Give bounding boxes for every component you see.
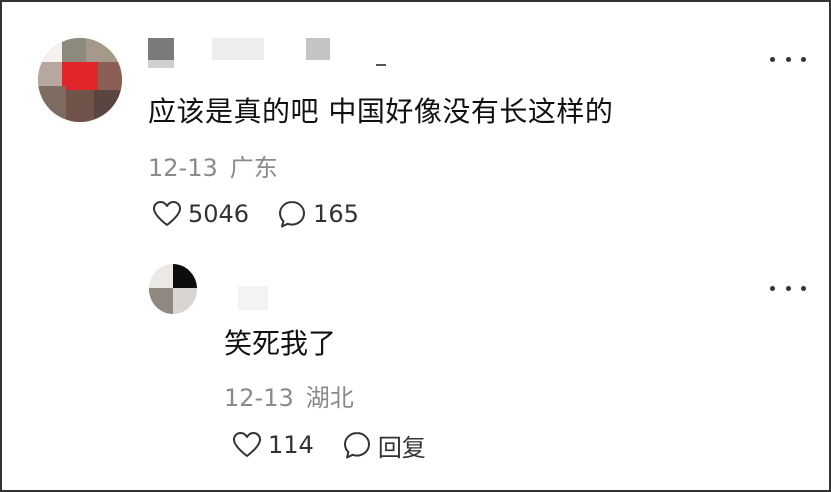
reply-button-label: 回复 — [377, 433, 426, 462]
reply-actions: 114 回复 — [232, 428, 426, 462]
like-button[interactable]: 5046 — [152, 200, 249, 228]
like-count: 5046 — [188, 200, 250, 228]
comment-bubble-icon — [343, 432, 370, 459]
reply-location: 湖北 — [305, 384, 354, 412]
reply-like-button[interactable]: 114 — [232, 431, 314, 459]
more-dots-icon — [770, 285, 775, 291]
more-dots-icon — [770, 56, 775, 62]
reply-text: 笑死我了 — [224, 327, 337, 360]
more-options-button[interactable] — [770, 52, 806, 66]
comment-date: 12-13 — [148, 154, 218, 182]
reply-date: 12-13 — [224, 384, 294, 412]
heart-icon — [153, 201, 181, 226]
reply-username-blurred[interactable] — [238, 286, 268, 310]
reply-like-count: 114 — [268, 431, 314, 459]
reply-meta: 12-13 湖北 — [224, 378, 354, 413]
comment-text: 应该是真的吧 中国好像没有长这样的 — [148, 95, 614, 128]
reply-more-options-button[interactable] — [770, 281, 806, 295]
reply-count-button[interactable]: 165 — [277, 199, 359, 229]
username-blurred[interactable] — [148, 36, 388, 70]
comment-thread: 应该是真的吧 中国好像没有长这样的 12-13 广东 5046 165 笑死我了 … — [0, 0, 831, 492]
comment-bubble-icon — [279, 201, 306, 228]
heart-icon — [233, 432, 261, 457]
reply-avatar[interactable] — [149, 264, 197, 314]
comment-location: 广东 — [229, 154, 278, 182]
avatar[interactable] — [38, 38, 122, 122]
comment-actions: 5046 165 — [152, 197, 359, 231]
reply-button[interactable]: 回复 — [342, 428, 426, 463]
comment-meta: 12-13 广东 — [148, 148, 278, 183]
reply-count: 165 — [313, 200, 359, 228]
